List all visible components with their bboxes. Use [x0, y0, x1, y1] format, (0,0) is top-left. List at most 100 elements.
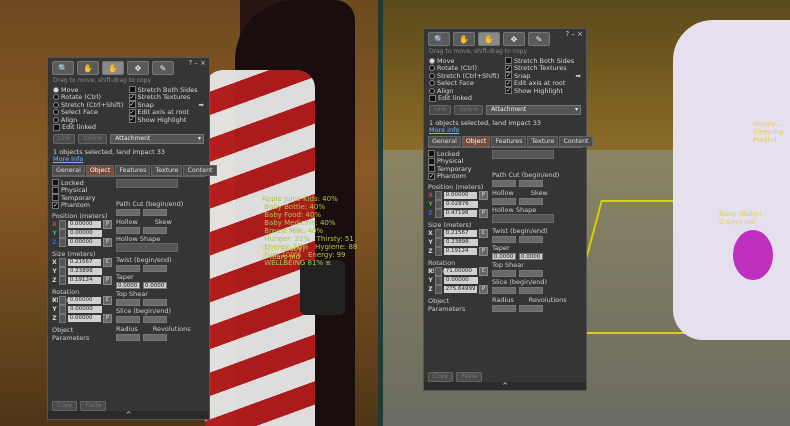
spinner[interactable]	[435, 276, 442, 285]
copy-params-button[interactable]: Copy	[428, 372, 454, 382]
hollow-field[interactable]	[116, 227, 140, 234]
spinner[interactable]	[58, 220, 66, 229]
position-x-field[interactable]: 0.00000	[67, 221, 102, 228]
size-y-field[interactable]: 0.23898	[444, 239, 478, 246]
rotation-x-field[interactable]: 0.00000	[67, 297, 102, 304]
radius-field[interactable]	[492, 305, 516, 312]
rotation-z-field[interactable]: 275.64999	[443, 286, 478, 293]
more-info-link[interactable]: More info	[53, 156, 204, 163]
slice-begin[interactable]	[492, 287, 516, 294]
show-highlight-checkbox[interactable]: ✓ Show Highlight	[128, 116, 205, 124]
tab-object[interactable]: Object	[461, 136, 491, 147]
arrow-right-icon[interactable]: ➡	[199, 101, 204, 109]
slice-end[interactable]	[143, 316, 167, 323]
spinner[interactable]	[434, 267, 442, 276]
tab-general[interactable]: General	[52, 165, 85, 176]
move-tool-button[interactable]: ✋	[102, 61, 124, 75]
position-x-field[interactable]: 0.00000	[443, 192, 478, 199]
rotation-y-field[interactable]: 0.00000	[68, 306, 102, 313]
show-highlight-checkbox[interactable]: ✓ Show Highlight	[505, 87, 581, 95]
twist-end[interactable]	[519, 236, 543, 243]
spinner[interactable]	[434, 191, 442, 200]
path-cut-end[interactable]	[519, 180, 543, 187]
paste-params-button[interactable]: Paste	[80, 401, 107, 411]
paste-button[interactable]: P	[103, 238, 112, 247]
attachment-dropdown[interactable]: Attachment	[486, 105, 581, 115]
tab-content[interactable]: Content	[559, 136, 593, 147]
spinner[interactable]	[434, 285, 442, 294]
build-panel-right[interactable]: ? – × 🔍 ✋ ✋ ✥ ✎ Drag to move, shift-drag…	[423, 28, 593, 391]
more-info-link[interactable]: More info	[429, 127, 581, 134]
panel-controls[interactable]: ? – ×	[188, 59, 206, 67]
size-z-field[interactable]: 0.19124	[443, 248, 478, 255]
collapse-chevron-icon[interactable]: ^	[48, 411, 209, 419]
taper-y-field[interactable]: 0.0000	[519, 253, 543, 260]
taper-y-field[interactable]: 0.0000	[143, 282, 167, 289]
paste-button[interactable]: P	[479, 191, 488, 200]
edit-tool-button[interactable]: ✥	[127, 61, 149, 75]
build-panel-left[interactable]: ? – × 🔍 ✋ ✋ ✥ ✎ Drag to move, shift-drag…	[47, 57, 217, 420]
material-dropdown[interactable]	[116, 179, 178, 188]
top-shear-x[interactable]	[492, 270, 516, 277]
spinner[interactable]	[58, 258, 66, 267]
phantom-checkbox[interactable]: ✓ Phantom	[52, 201, 112, 209]
size-x-field[interactable]: 0.21567	[67, 259, 102, 266]
position-y-field[interactable]: 0.00000	[68, 230, 102, 237]
edit-tool-button[interactable]: ✥	[503, 32, 525, 46]
paste-button[interactable]: P	[479, 247, 488, 256]
revolutions-field[interactable]	[519, 305, 543, 312]
radius-field[interactable]	[116, 334, 140, 341]
paste-params-button[interactable]: Paste	[456, 372, 483, 382]
tab-texture[interactable]: Texture	[151, 165, 183, 176]
skew-field[interactable]	[519, 198, 543, 205]
paste-button[interactable]: P	[103, 220, 112, 229]
unlink-button[interactable]: Unlink	[78, 134, 108, 144]
twist-end[interactable]	[143, 265, 167, 272]
link-button[interactable]: Link	[53, 134, 76, 144]
rotation-z-field[interactable]: 0.00000	[67, 315, 102, 322]
spinner[interactable]	[59, 267, 66, 276]
skew-field[interactable]	[143, 227, 167, 234]
rotation-y-field[interactable]: 0.00000	[444, 277, 478, 284]
move-tool-button[interactable]: ✋	[478, 32, 500, 46]
taper-x-field[interactable]: 0.0000	[116, 282, 140, 289]
slice-end[interactable]	[519, 287, 543, 294]
top-shear-y[interactable]	[143, 299, 167, 306]
path-cut-end[interactable]	[143, 209, 167, 216]
spinner[interactable]	[434, 229, 442, 238]
taper-x-field[interactable]: 0.0000	[492, 253, 516, 260]
spinner[interactable]	[59, 229, 66, 238]
attachment-dropdown[interactable]: Attachment	[110, 134, 204, 144]
position-z-field[interactable]: 0.00000	[67, 239, 102, 246]
top-shear-y[interactable]	[519, 270, 543, 277]
size-z-field[interactable]: 0.19124	[67, 277, 102, 284]
unlink-button[interactable]: Unlink	[454, 105, 484, 115]
revolutions-field[interactable]	[143, 334, 167, 341]
tab-features[interactable]: Features	[115, 165, 151, 176]
link-button[interactable]: Link	[429, 105, 452, 115]
hollow-shape-dropdown[interactable]	[492, 214, 554, 223]
copy-button[interactable]: C	[103, 296, 112, 305]
create-tool-button[interactable]: ✎	[152, 61, 174, 75]
paste-button[interactable]: P	[103, 276, 112, 285]
spinner[interactable]	[435, 238, 442, 247]
tab-features[interactable]: Features	[491, 136, 527, 147]
tab-content[interactable]: Content	[183, 165, 217, 176]
paste-button[interactable]: P	[479, 285, 488, 294]
spinner[interactable]	[59, 305, 66, 314]
focus-tool-button[interactable]: 🔍	[428, 32, 450, 46]
edit-linked-checkbox[interactable]: Edit linked	[53, 123, 129, 131]
rotation-x-field[interactable]: 71.00000	[443, 268, 478, 275]
position-y-field[interactable]: 0.02876	[444, 201, 478, 208]
grab-tool-button[interactable]: ✋	[453, 32, 475, 46]
tab-general[interactable]: General	[428, 136, 461, 147]
spinner[interactable]	[434, 209, 442, 218]
twist-begin[interactable]	[116, 265, 140, 272]
spinner[interactable]	[58, 296, 66, 305]
paste-button[interactable]: P	[103, 314, 112, 323]
path-cut-begin[interactable]	[492, 180, 516, 187]
copy-button[interactable]: C	[479, 267, 488, 276]
size-y-field[interactable]: 0.23898	[68, 268, 102, 275]
spinner[interactable]	[435, 200, 442, 209]
grab-tool-button[interactable]: ✋	[77, 61, 99, 75]
